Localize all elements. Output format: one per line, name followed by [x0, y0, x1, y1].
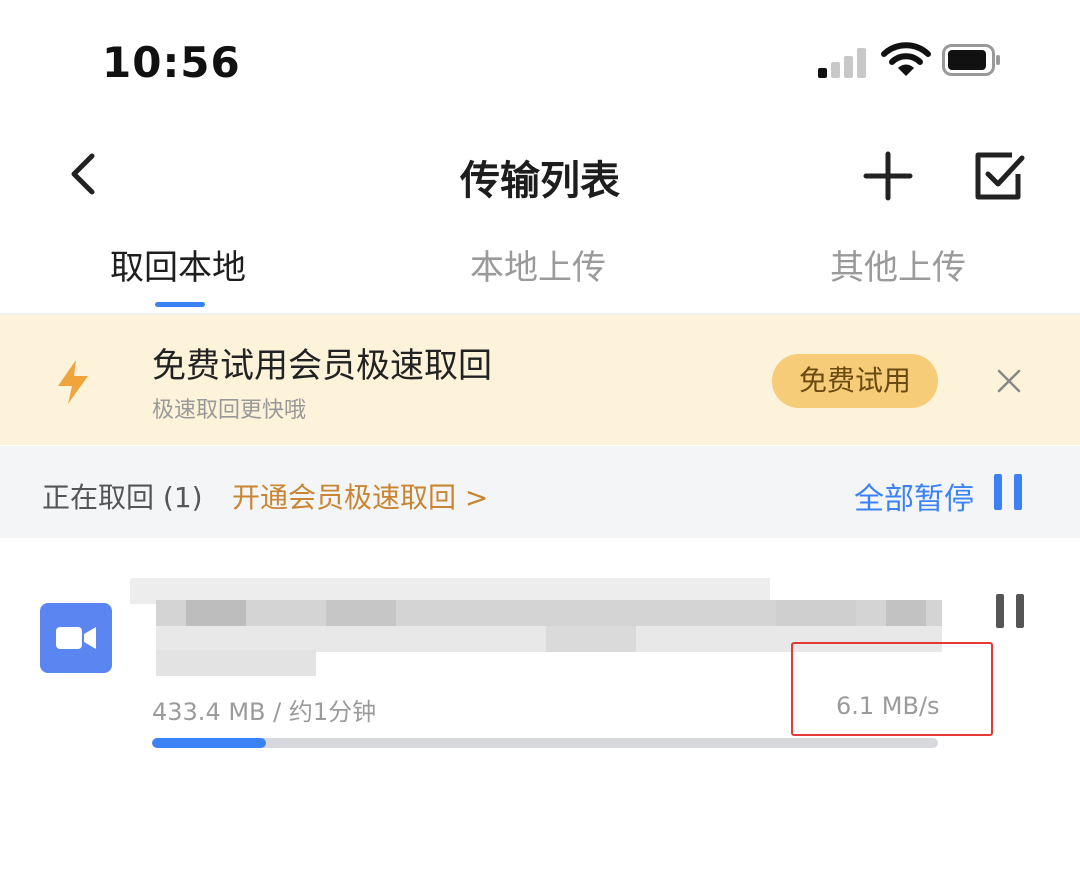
video-camera-icon — [40, 603, 112, 673]
active-tab-indicator — [155, 302, 205, 307]
lightning-bolt-icon — [58, 360, 88, 404]
tab-retrieve-local[interactable]: 取回本地 — [110, 240, 246, 289]
tab-local-upload[interactable]: 本地上传 — [470, 240, 606, 289]
upgrade-link[interactable]: 开通会员极速取回 > — [232, 476, 488, 516]
item-pause-button[interactable] — [996, 594, 1024, 628]
tab-other-upload[interactable]: 其他上传 — [830, 240, 966, 289]
progress-fill — [152, 738, 266, 748]
status-time: 10:56 — [102, 38, 241, 87]
page-title: 传输列表 — [460, 158, 620, 204]
battery-icon — [942, 44, 1000, 76]
close-icon[interactable] — [994, 366, 1024, 396]
wifi-icon — [881, 42, 931, 76]
free-trial-button[interactable]: 免费试用 — [772, 354, 938, 408]
promo-title: 免费试用会员极速取回 — [152, 346, 492, 386]
retrieving-count: 正在取回 (1) — [42, 481, 203, 514]
select-button[interactable] — [972, 150, 1026, 202]
pause-icon[interactable] — [994, 474, 1022, 510]
speed-highlight-box — [791, 642, 993, 736]
cellular-signal-icon — [818, 46, 868, 78]
file-size-eta: 433.4 MB / 约1分钟 — [152, 698, 377, 726]
pause-all-button[interactable]: 全部暂停 — [854, 474, 974, 518]
promo-subtitle: 极速取回更快哦 — [152, 398, 307, 423]
add-button[interactable] — [862, 150, 914, 202]
progress-bar — [152, 738, 938, 748]
